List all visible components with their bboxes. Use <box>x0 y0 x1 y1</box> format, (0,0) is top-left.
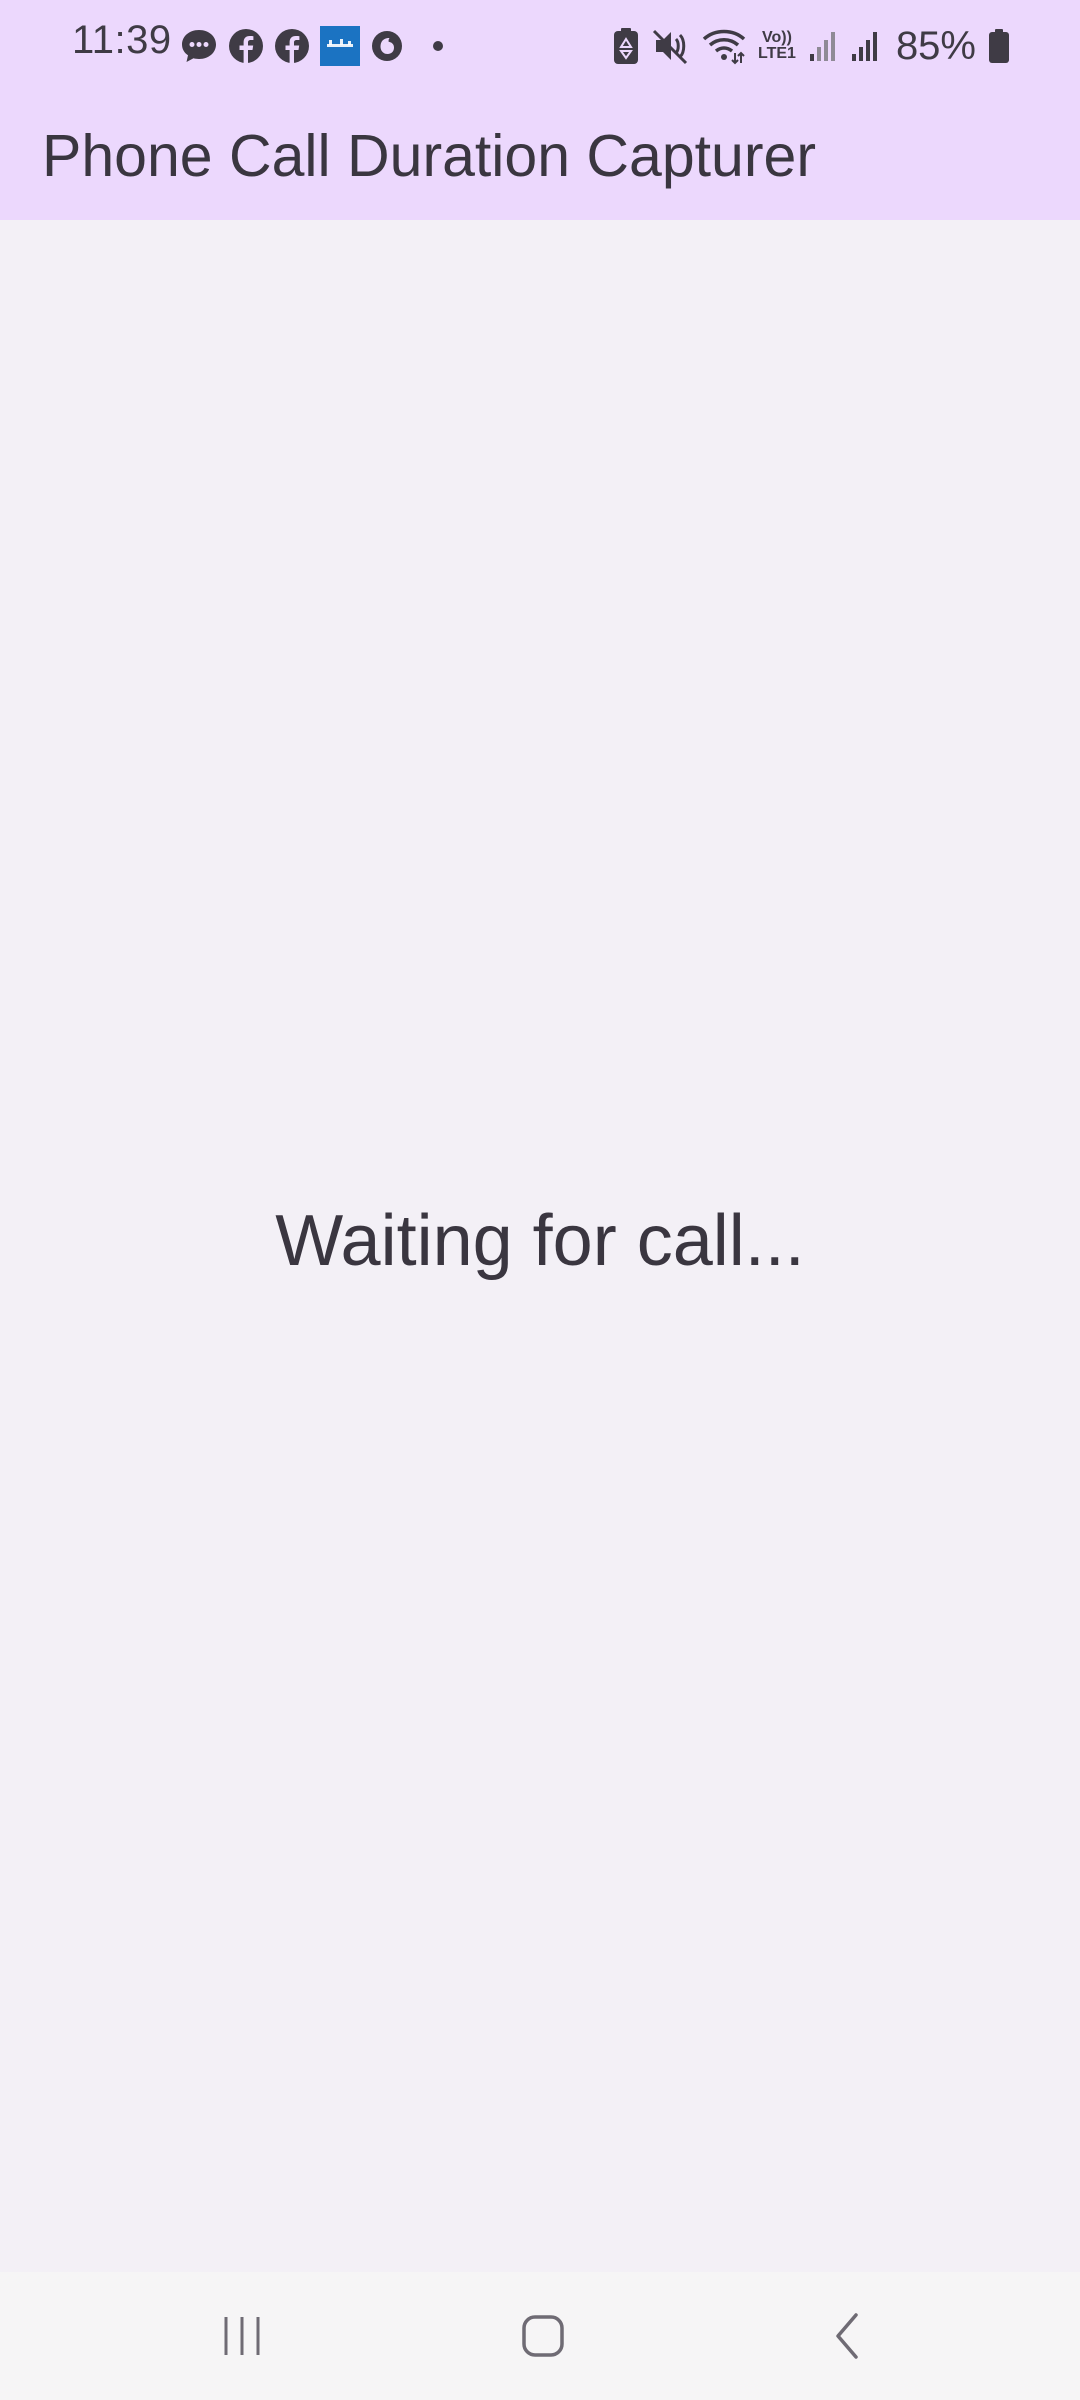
wifi-icon <box>702 27 746 65</box>
back-button[interactable] <box>748 2272 948 2400</box>
status-time: 11:39 <box>72 18 172 62</box>
notification-icons <box>180 26 444 66</box>
status-bar: 11:39 Vo)) LTE1 85% <box>0 0 1080 92</box>
back-icon <box>830 2311 866 2361</box>
battery-icon <box>988 28 1010 64</box>
facebook-icon <box>274 28 310 64</box>
app-title: Phone Call Duration Capturer <box>42 123 816 189</box>
more-dot-icon <box>432 40 444 52</box>
mute-icon <box>652 27 690 65</box>
main-content: Waiting for call... <box>0 220 1080 2272</box>
home-button[interactable] <box>443 2272 643 2400</box>
volte-label-bottom: LTE1 <box>758 45 796 62</box>
volte-icon: Vo)) LTE1 <box>758 30 796 62</box>
home-icon <box>520 2313 566 2359</box>
messages-icon <box>180 27 218 65</box>
screen: 11:39 Vo)) LTE1 85% Phone Call Duration … <box>0 0 1080 2400</box>
recent-apps-button[interactable] <box>142 2272 342 2400</box>
volte-label-top: Vo)) <box>762 29 792 46</box>
app-bar: Phone Call Duration Capturer <box>0 92 1080 220</box>
facebook-icon <box>228 28 264 64</box>
battery-saver-icon <box>612 27 640 65</box>
signal-icon <box>850 30 880 62</box>
top-area: 11:39 Vo)) LTE1 85% Phone Call Duration … <box>0 0 1080 220</box>
status-message: Waiting for call... <box>275 1201 805 1281</box>
recent-apps-icon <box>220 2314 264 2358</box>
battery-percent: 85% <box>895 23 976 68</box>
signal-icon <box>808 30 838 62</box>
system-icons: Vo)) LTE1 85% <box>612 22 1010 70</box>
vodafone-icon <box>370 29 404 63</box>
arabic-app-icon <box>320 26 360 66</box>
navigation-bar <box>0 2272 1080 2400</box>
